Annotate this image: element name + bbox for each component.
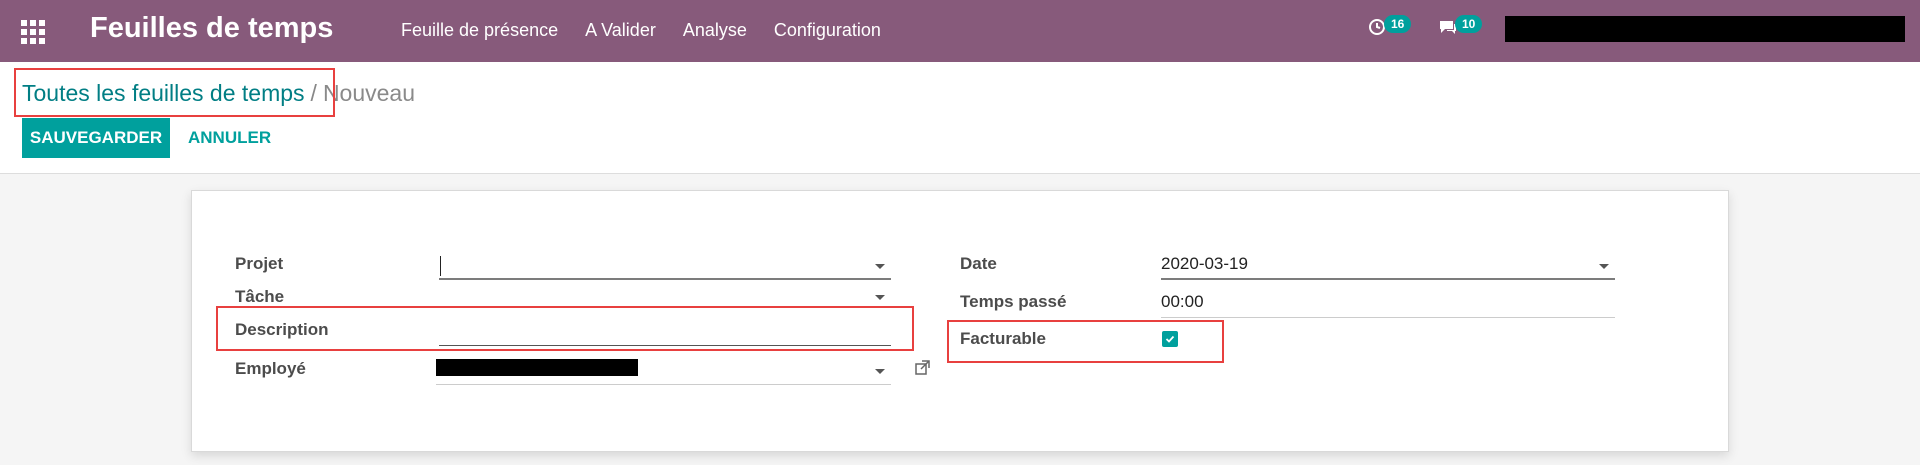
date-value: 2020-03-19 [1161,254,1248,273]
menu-item-configuration[interactable]: Configuration [774,20,881,41]
text-cursor [440,256,441,276]
save-button[interactable]: SAUVEGARDER [22,118,170,158]
breadcrumb-current: Nouveau [322,80,416,106]
highlight-description [216,306,914,351]
temps-passe-input[interactable]: 00:00 [1161,292,1615,318]
activity-indicator[interactable]: 16 [1366,15,1412,38]
app-title: Feuilles de temps [90,12,334,44]
user-menu-redacted[interactable] [1505,16,1905,42]
highlight-facturable [947,320,1224,363]
messages-count-badge: 10 [1455,15,1483,33]
cancel-button[interactable]: ANNULER [188,118,271,158]
employe-dropdown-icon[interactable] [875,369,885,374]
employe-label: Employé [235,359,306,378]
highlight-breadcrumb [14,68,335,117]
temps-passe-value: 00:00 [1161,292,1204,311]
projet-dropdown-icon[interactable] [875,264,885,269]
menu-item-a-valider[interactable]: A Valider [585,20,656,41]
activity-count-badge: 16 [1384,15,1412,33]
menu-item-feuille-de-presence[interactable]: Feuille de présence [401,20,558,41]
date-dropdown-icon[interactable] [1599,264,1609,269]
date-label: Date [960,254,997,273]
apps-menu-icon[interactable] [21,20,45,44]
external-link-icon[interactable] [914,359,932,382]
tache-dropdown-icon[interactable] [875,295,885,300]
messages-indicator[interactable]: 10 [1437,15,1483,38]
main-menu: Feuille de présence A Valider Analyse Co… [401,20,908,41]
employe-input[interactable] [436,359,891,385]
temps-passe-label: Temps passé [960,292,1067,311]
projet-label: Projet [235,254,284,273]
top-navbar: Feuilles de temps Feuille de présence A … [0,0,1920,62]
menu-item-analyse[interactable]: Analyse [683,20,747,41]
date-input[interactable]: 2020-03-19 [1161,254,1615,280]
tache-label: Tâche [235,287,285,306]
employe-value-redacted [436,359,638,376]
projet-input[interactable] [439,254,891,280]
